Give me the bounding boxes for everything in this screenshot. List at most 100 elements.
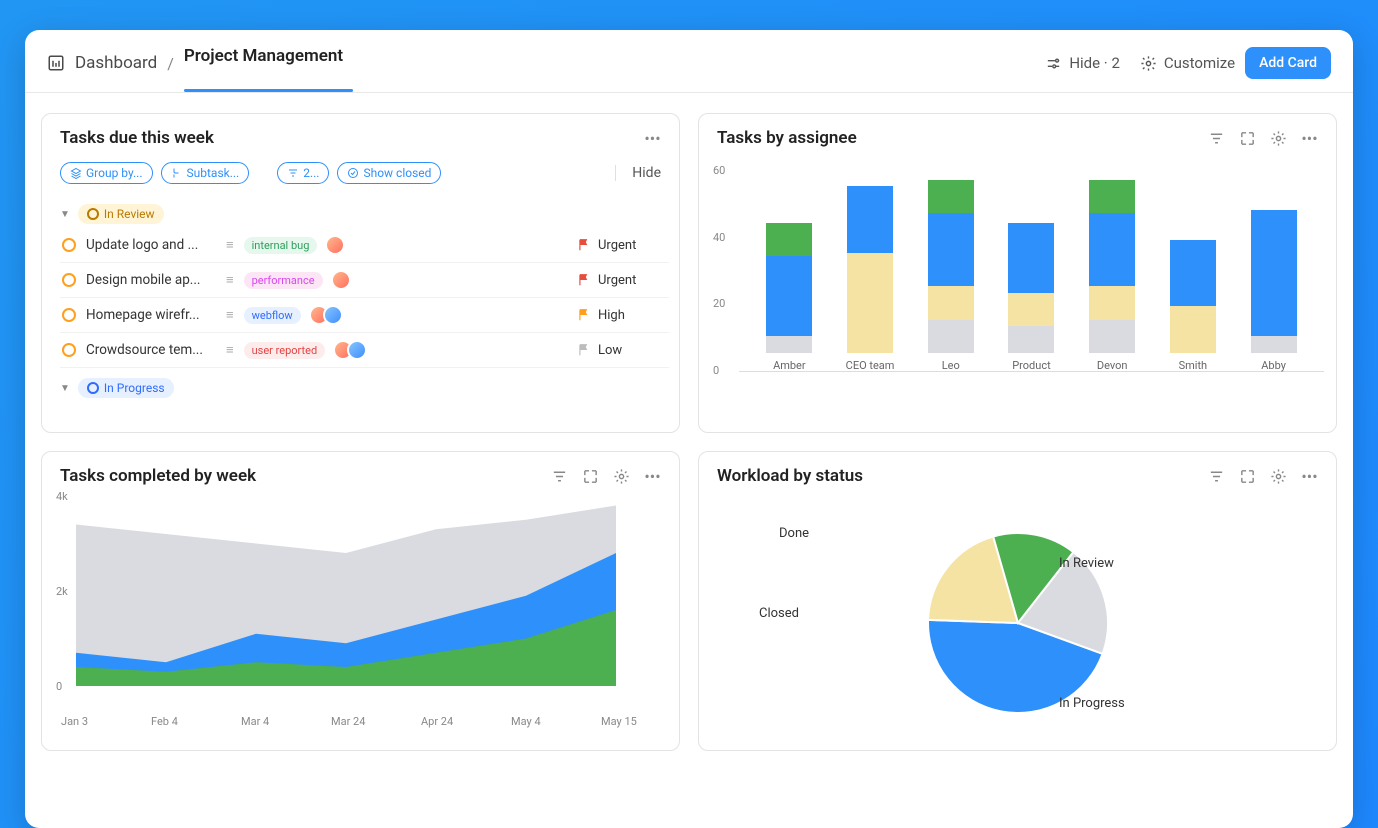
x-label: Product xyxy=(1012,359,1050,372)
add-card-button[interactable]: Add Card xyxy=(1245,47,1331,79)
bar[interactable]: Abby xyxy=(1249,210,1299,372)
task-group-header[interactable]: ▼ In Review xyxy=(60,200,669,228)
task-group-header[interactable]: ▼ In Progress xyxy=(60,374,669,402)
area-chart-svg xyxy=(76,496,616,710)
task-name: Design mobile ap... xyxy=(86,272,216,288)
filter-count-pill[interactable]: 2... xyxy=(277,162,329,184)
caret-down-icon: ▼ xyxy=(60,209,70,220)
task-row[interactable]: Design mobile ap... ≡ performance Urgent xyxy=(60,263,669,298)
subtask-pill[interactable]: Subtask... xyxy=(161,162,250,184)
hide-button[interactable]: Hide · 2 xyxy=(1035,48,1130,78)
task-tag: user reported xyxy=(244,342,326,359)
breadcrumb-root[interactable]: Dashboard xyxy=(75,53,157,73)
pie-label: Closed xyxy=(759,606,799,621)
expand-icon[interactable] xyxy=(582,468,599,485)
avatar xyxy=(325,235,345,255)
doc-icon: ≡ xyxy=(226,237,234,253)
bar-chart: 0204060AmberCEO teamLeoProductDevonSmith… xyxy=(739,158,1324,398)
pie-chart: In Progress In Review Done Closed xyxy=(699,496,1336,750)
bar[interactable]: Leo xyxy=(926,180,976,372)
status-circle-icon xyxy=(62,343,76,357)
status-circle-icon xyxy=(62,308,76,322)
card-title: Tasks completed by week xyxy=(60,466,256,486)
card-tasks-completed: Tasks completed by week ••• 02k4kJan 3Fe… xyxy=(41,451,680,751)
pie-label: In Progress xyxy=(1059,696,1125,711)
pie-label: Done xyxy=(779,526,809,541)
y-tick: 60 xyxy=(713,164,725,177)
check-circle-icon xyxy=(347,167,359,179)
content-grid: Tasks due this week ••• Group by... Subt… xyxy=(25,93,1353,771)
status-circle-icon xyxy=(62,273,76,287)
x-label: Amber xyxy=(773,359,806,372)
x-tick: Mar 24 xyxy=(331,715,365,728)
bar[interactable]: Smith xyxy=(1168,240,1218,372)
group-by-pill[interactable]: Group by... xyxy=(60,162,153,184)
filter-row: Group by... Subtask... 2... Show closed … xyxy=(42,158,679,194)
breadcrumb: Dashboard / Project Management xyxy=(47,46,343,80)
task-tag: internal bug xyxy=(244,237,318,254)
hide-columns-button[interactable]: Hide xyxy=(615,165,661,181)
flag-icon xyxy=(577,343,591,357)
doc-icon: ≡ xyxy=(226,272,234,288)
bar[interactable]: Product xyxy=(1006,223,1056,372)
gear-icon xyxy=(1140,55,1157,72)
priority-label: Urgent xyxy=(598,238,636,253)
x-label: Leo xyxy=(942,359,960,372)
breadcrumb-sep: / xyxy=(167,54,174,73)
flag-icon xyxy=(577,308,591,322)
bar[interactable]: Amber xyxy=(764,223,814,372)
task-row[interactable]: Crowdsource tem... ≡ user reported Low xyxy=(60,333,669,368)
x-tick: Mar 4 xyxy=(241,715,269,728)
show-closed-pill[interactable]: Show closed xyxy=(337,162,441,184)
gear-icon[interactable] xyxy=(1270,130,1287,147)
task-row[interactable]: Update logo and ... ≡ internal bug Urgen… xyxy=(60,228,669,263)
task-row[interactable]: Homepage wirefr... ≡ webflow High xyxy=(60,298,669,333)
priority-label: Urgent xyxy=(598,273,636,288)
card-title: Tasks by assignee xyxy=(717,128,857,148)
y-tick: 40 xyxy=(713,231,725,244)
card-title: Workload by status xyxy=(717,466,863,486)
expand-icon[interactable] xyxy=(1239,468,1256,485)
more-icon[interactable]: ••• xyxy=(644,468,661,485)
avatar xyxy=(347,340,367,360)
task-name: Crowdsource tem... xyxy=(86,342,216,358)
gear-icon[interactable] xyxy=(1270,468,1287,485)
avatar xyxy=(323,305,343,325)
pie-label: In Review xyxy=(1059,556,1114,571)
bar[interactable]: CEO team xyxy=(845,186,895,372)
customize-button[interactable]: Customize xyxy=(1130,48,1245,78)
gear-icon[interactable] xyxy=(613,468,630,485)
status-badge: In Review xyxy=(78,204,164,224)
x-tick: May 15 xyxy=(601,715,637,728)
task-list: ▼ In Review Update logo and ... ≡ intern… xyxy=(42,194,679,402)
x-tick: Feb 4 xyxy=(151,715,178,728)
filter-icon[interactable] xyxy=(1208,130,1225,147)
filter-icon[interactable] xyxy=(551,468,568,485)
more-icon[interactable]: ••• xyxy=(1301,130,1318,147)
card-workload: Workload by status ••• In Progress In Rev… xyxy=(698,451,1337,751)
doc-icon: ≡ xyxy=(226,342,234,358)
more-icon[interactable]: ••• xyxy=(1301,468,1318,485)
task-name: Update logo and ... xyxy=(86,237,216,253)
card-tasks-assignee: Tasks by assignee ••• 0204060AmberCEO te… xyxy=(698,113,1337,433)
sliders-icon xyxy=(1045,55,1062,72)
status-circle-icon xyxy=(62,238,76,252)
card-tasks-due: Tasks due this week ••• Group by... Subt… xyxy=(41,113,680,433)
caret-down-icon: ▼ xyxy=(60,383,70,394)
bar[interactable]: Devon xyxy=(1087,180,1137,372)
x-label: Smith xyxy=(1179,359,1208,372)
x-tick: May 4 xyxy=(511,715,541,728)
x-label: CEO team xyxy=(846,359,895,372)
y-tick: 2k xyxy=(56,585,68,598)
card-title: Tasks due this week xyxy=(60,128,214,148)
filter-icon xyxy=(287,167,299,179)
topbar: Dashboard / Project Management Hide · 2 … xyxy=(25,30,1353,93)
app-window: Dashboard / Project Management Hide · 2 … xyxy=(25,30,1353,828)
doc-icon: ≡ xyxy=(226,307,234,323)
breadcrumb-current[interactable]: Project Management xyxy=(184,46,343,80)
dashboard-icon xyxy=(47,54,65,72)
expand-icon[interactable] xyxy=(1239,130,1256,147)
more-icon[interactable]: ••• xyxy=(644,130,661,147)
flag-icon xyxy=(577,273,591,287)
filter-icon[interactable] xyxy=(1208,468,1225,485)
